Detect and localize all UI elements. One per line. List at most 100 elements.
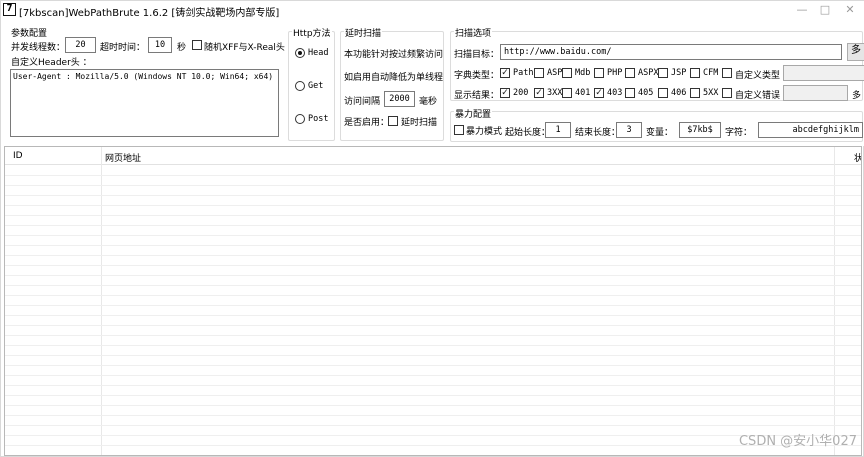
- grid-row-line: [5, 375, 861, 376]
- grid-row-line: [5, 235, 861, 236]
- config-panel: 参数配置 并发线程数： 20 超时时间： 10 秒 随机XFF与X-Real头 …: [1, 19, 864, 146]
- show-code-checkbox[interactable]: ✓: [594, 88, 604, 98]
- grid-row-line: [5, 325, 861, 326]
- dict-type-checkbox[interactable]: [594, 68, 604, 78]
- custom-error-input[interactable]: [783, 85, 848, 101]
- post-label: Post: [308, 114, 329, 124]
- app-window: 7 [7kbscan]WebPathBrute 1.6.2 [铸剑实战靶场内部专…: [0, 0, 864, 457]
- charset-input[interactable]: abcdefghijklm: [758, 122, 863, 138]
- grid-row-line: [5, 285, 861, 286]
- app-icon: 7: [3, 3, 16, 16]
- show-code-checkbox[interactable]: [562, 88, 572, 98]
- end-length-label: 结束长度：: [575, 128, 621, 138]
- target-label: 扫描目标：: [454, 50, 500, 60]
- post-radio[interactable]: [295, 114, 305, 124]
- delay-scan-checkbox[interactable]: [388, 116, 398, 126]
- timeout-input[interactable]: 10: [148, 37, 172, 53]
- grid-row-line: [5, 265, 861, 266]
- http-method-title: Http方法: [292, 26, 332, 39]
- random-xff-checkbox[interactable]: [192, 40, 202, 50]
- show-code-checkbox[interactable]: ✓: [534, 88, 544, 98]
- dict-type-label: ASP: [547, 68, 563, 78]
- grid-row-line: [5, 205, 861, 206]
- grid-row-line: [5, 295, 861, 296]
- grid-row-line: [5, 425, 861, 426]
- show-code-checkbox[interactable]: [625, 88, 635, 98]
- grid-row-line: [5, 385, 861, 386]
- multi-target-button[interactable]: 多: [847, 43, 864, 61]
- interval-unit: 毫秒: [419, 97, 438, 107]
- dict-type-checkbox[interactable]: [534, 68, 544, 78]
- column-url[interactable]: 网页地址: [105, 151, 141, 164]
- column-id[interactable]: ID: [13, 151, 23, 161]
- show-code-label: 3XX: [547, 88, 563, 98]
- results-grid[interactable]: ID 网页地址 状: [4, 146, 862, 456]
- end-length-input[interactable]: 3: [616, 122, 642, 138]
- grid-row-line: [5, 175, 861, 176]
- timeout-label: 超时时间：: [100, 43, 146, 53]
- start-length-label: 起始长度：: [505, 128, 551, 138]
- custom-error-label: 自定义错误: [735, 91, 781, 101]
- minimize-icon[interactable]: —: [791, 2, 813, 17]
- dict-type-checkbox[interactable]: ✓: [500, 68, 510, 78]
- grid-row-line: [5, 245, 861, 246]
- get-radio[interactable]: [295, 81, 305, 91]
- show-code-label: 406: [671, 88, 687, 98]
- custom-error-extra: 多: [852, 91, 862, 101]
- dict-type-checkbox[interactable]: [625, 68, 635, 78]
- threads-label: 并发线程数：: [11, 43, 66, 53]
- show-code-checkbox[interactable]: ✓: [500, 88, 510, 98]
- grid-row-line: [5, 185, 861, 186]
- interval-label: 访问间隔: [344, 97, 381, 107]
- grid-row-line: [5, 305, 861, 306]
- grid-row-line: [5, 195, 861, 196]
- grid-row-line: [5, 255, 861, 256]
- interval-input[interactable]: 2000: [384, 91, 415, 107]
- show-code-checkbox[interactable]: [658, 88, 668, 98]
- title-bar: 7 [7kbscan]WebPathBrute 1.6.2 [铸剑实战靶场内部专…: [1, 1, 864, 19]
- brute-config-title: 暴力配置: [454, 107, 493, 120]
- header-textarea[interactable]: User-Agent : Mozilla/5.0 (Windows NT 10.…: [10, 69, 279, 137]
- grid-row-line: [5, 215, 861, 216]
- start-length-input[interactable]: 1: [545, 122, 571, 138]
- variable-input[interactable]: $7kb$: [679, 122, 721, 138]
- dict-type-checkbox[interactable]: [562, 68, 572, 78]
- dict-type-label: Path: [513, 68, 534, 78]
- dict-type-checkbox[interactable]: [690, 68, 700, 78]
- custom-type-input[interactable]: [783, 65, 864, 81]
- custom-type-label: 自定义类型: [735, 71, 781, 81]
- params-group-title: 参数配置: [11, 29, 48, 39]
- grid-row-line: [5, 225, 861, 226]
- scan-options-title: 扫描选项: [454, 26, 493, 39]
- grid-header: ID 网页地址 状: [5, 147, 861, 165]
- brute-mode-label: 暴力模式: [466, 127, 503, 137]
- show-result-label: 显示结果：: [454, 91, 500, 101]
- show-code-label: 403: [607, 88, 623, 98]
- charset-label: 字符：: [725, 128, 753, 138]
- header-label: 自定义Header头 ：: [11, 58, 92, 68]
- grid-column-separator: [101, 147, 102, 455]
- show-code-label: 401: [575, 88, 591, 98]
- grid-row-line: [5, 405, 861, 406]
- brute-mode-checkbox[interactable]: [454, 125, 464, 135]
- delay-desc-1: 本功能针对按过频繁访问: [344, 50, 444, 60]
- get-label: Get: [308, 81, 324, 91]
- enable-label: 是否启用：: [344, 118, 390, 128]
- dict-type-label: PHP: [607, 68, 623, 78]
- threads-input[interactable]: 20: [65, 37, 96, 53]
- show-code-checkbox[interactable]: [690, 88, 700, 98]
- column-status[interactable]: 状: [854, 151, 861, 164]
- close-icon[interactable]: ✕: [839, 2, 861, 17]
- dict-type-checkbox[interactable]: [658, 68, 668, 78]
- grid-column-separator: [834, 147, 835, 455]
- custom-type-checkbox[interactable]: [722, 68, 732, 78]
- custom-error-checkbox[interactable]: [722, 88, 732, 98]
- target-input[interactable]: http://www.baidu.com/: [500, 44, 842, 60]
- delay-scan-label: 延时扫描: [401, 118, 438, 128]
- maximize-icon[interactable]: □: [814, 2, 836, 17]
- head-radio[interactable]: [295, 48, 305, 58]
- show-code-label: 405: [638, 88, 654, 98]
- grid-row-line: [5, 455, 862, 456]
- show-code-label: 5XX: [703, 88, 719, 98]
- delay-scan-title: 延时扫描: [344, 26, 383, 39]
